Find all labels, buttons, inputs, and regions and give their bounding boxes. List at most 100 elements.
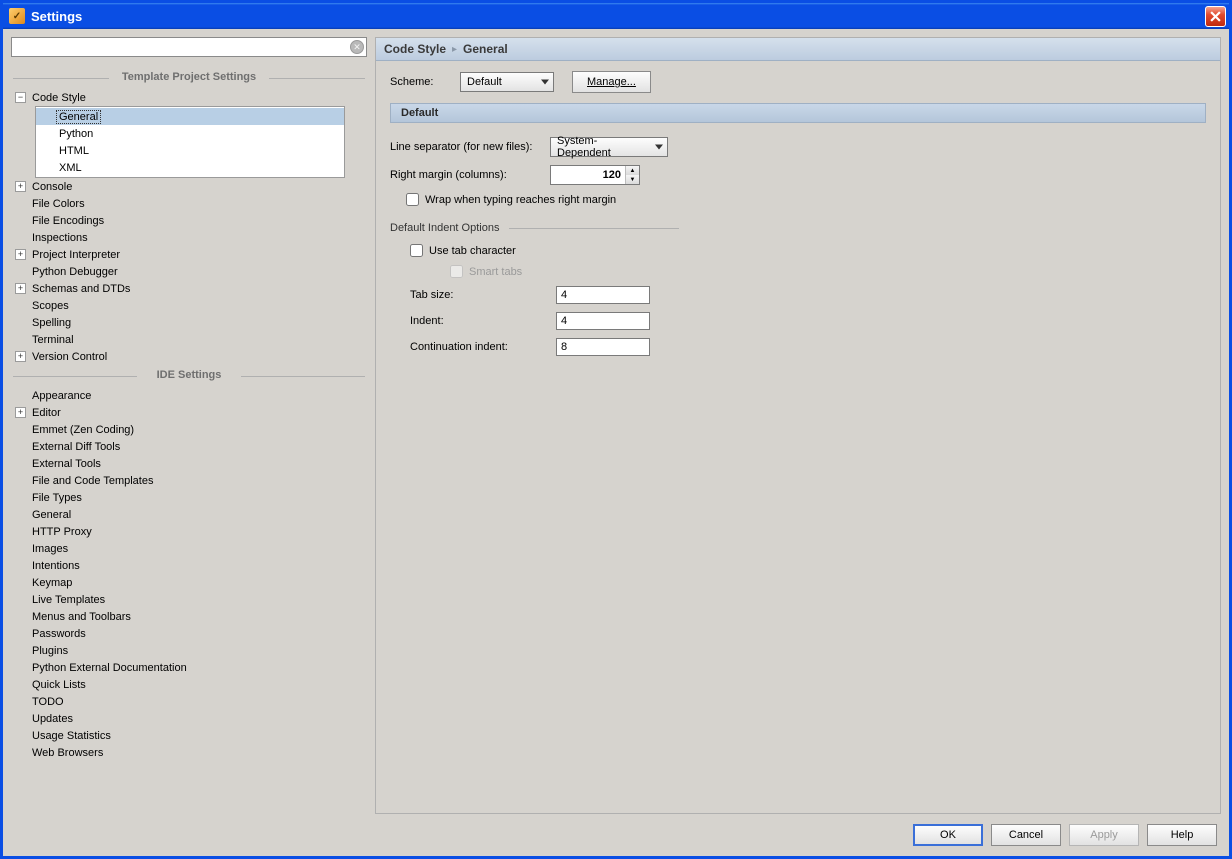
expander-placeholder	[42, 162, 53, 173]
tree-item[interactable]: +Project Interpreter	[13, 246, 365, 263]
line-separator-combo[interactable]: System-Dependent	[550, 137, 668, 157]
tree-item[interactable]: Inspections	[13, 229, 365, 246]
tree-item[interactable]: TODO	[13, 693, 365, 710]
expand-icon[interactable]: +	[15, 407, 26, 418]
indent-input[interactable]	[556, 312, 650, 330]
tree-item[interactable]: File Colors	[13, 195, 365, 212]
tree-item[interactable]: File Types	[13, 489, 365, 506]
tree-item[interactable]: Menus and Toolbars	[13, 608, 365, 625]
tree-item-label: Console	[29, 180, 75, 194]
client-area: ✕ Template Project Settings−Code StyleGe…	[3, 29, 1229, 856]
tree-item-label: Spelling	[29, 316, 74, 330]
search-input[interactable]	[11, 37, 367, 57]
search-clear-button[interactable]: ✕	[350, 40, 364, 54]
collapse-icon[interactable]: −	[15, 92, 26, 103]
expander-placeholder	[15, 232, 26, 243]
tree-item[interactable]: Spelling	[13, 314, 365, 331]
cont-indent-input[interactable]	[556, 338, 650, 356]
cont-indent-row: Continuation indent:	[410, 338, 1206, 356]
tree-item-label: Python	[56, 127, 96, 141]
tree-item[interactable]: Python Debugger	[13, 263, 365, 280]
tree-item[interactable]: +Editor	[13, 404, 365, 421]
spinner-down[interactable]: ▼	[626, 175, 639, 184]
use-tab-row: Use tab character	[410, 244, 1206, 257]
tree-item[interactable]: External Tools	[13, 455, 365, 472]
smart-tabs-checkbox	[450, 265, 463, 278]
indent-row: Indent:	[410, 312, 1206, 330]
tree-item-label: Code Style	[29, 91, 89, 105]
expand-icon[interactable]: +	[15, 283, 26, 294]
tree-item[interactable]: Keymap	[13, 574, 365, 591]
settings-window: ✓ Settings ✕ Template Project Settings−C…	[0, 0, 1232, 859]
form-grid: Line separator (for new files): System-D…	[390, 137, 1206, 356]
code-style-children: General PythonHTMLXML	[35, 106, 345, 178]
indent-options-title: Default Indent Options	[390, 222, 499, 234]
tree-item-label: Usage Statistics	[29, 729, 114, 743]
smart-tabs-checkbox-label: Smart tabs	[450, 265, 522, 278]
expand-icon[interactable]: +	[15, 249, 26, 260]
dialog-button-row: OK Cancel Apply Help	[11, 814, 1221, 848]
tree-item[interactable]: Live Templates	[13, 591, 365, 608]
tab-size-input[interactable]	[556, 286, 650, 304]
tree-item[interactable]: General	[36, 108, 344, 125]
tree-item[interactable]: File and Code Templates	[13, 472, 365, 489]
tree-item[interactable]: General	[13, 506, 365, 523]
tree-item[interactable]: Appearance	[13, 387, 365, 404]
tree-item[interactable]: Web Browsers	[13, 744, 365, 761]
expander-placeholder	[15, 696, 26, 707]
settings-tree[interactable]: Template Project Settings−Code StyleGene…	[11, 63, 367, 814]
expander-placeholder	[15, 509, 26, 520]
expander-placeholder	[15, 458, 26, 469]
tree-item[interactable]: HTML	[36, 142, 344, 159]
tree-item[interactable]: Updates	[13, 710, 365, 727]
smart-tabs-text: Smart tabs	[469, 266, 522, 278]
tree-item[interactable]: +Schemas and DTDs	[13, 280, 365, 297]
spinner-up[interactable]: ▲	[626, 166, 639, 175]
wrap-checkbox-label[interactable]: Wrap when typing reaches right margin	[406, 193, 616, 206]
tree-item-label: File Encodings	[29, 214, 107, 228]
wrap-text: Wrap when typing reaches right margin	[425, 194, 616, 206]
tree-item[interactable]: XML	[36, 159, 344, 176]
use-tab-checkbox[interactable]	[410, 244, 423, 257]
use-tab-checkbox-label[interactable]: Use tab character	[410, 244, 516, 257]
tree-item[interactable]: +Version Control	[13, 348, 365, 365]
tree-item[interactable]: Terminal	[13, 331, 365, 348]
tree-item[interactable]: −Code Style	[13, 89, 365, 106]
tree-item[interactable]: HTTP Proxy	[13, 523, 365, 540]
breadcrumb-root[interactable]: Code Style	[384, 42, 446, 56]
expander-placeholder	[15, 730, 26, 741]
tree-item[interactable]: +Console	[13, 178, 365, 195]
titlebar: ✓ Settings	[3, 3, 1229, 29]
tree-item[interactable]: Python	[36, 125, 344, 142]
tree-item-label: File and Code Templates	[29, 474, 156, 488]
tree-item[interactable]: Plugins	[13, 642, 365, 659]
tree-item[interactable]: Scopes	[13, 297, 365, 314]
tree-item[interactable]: Passwords	[13, 625, 365, 642]
tree-item[interactable]: Quick Lists	[13, 676, 365, 693]
tree-item[interactable]: File Encodings	[13, 212, 365, 229]
expand-icon[interactable]: +	[15, 181, 26, 192]
right-margin-input[interactable]	[551, 166, 625, 184]
tree-item-label: File Types	[29, 491, 85, 505]
cancel-button[interactable]: Cancel	[991, 824, 1061, 846]
tree-item[interactable]: Emmet (Zen Coding)	[13, 421, 365, 438]
expander-placeholder	[15, 645, 26, 656]
help-button[interactable]: Help	[1147, 824, 1217, 846]
manage-button[interactable]: Manage...	[572, 71, 651, 93]
tree-item-label: Images	[29, 542, 71, 556]
close-button[interactable]	[1205, 6, 1226, 27]
tree-item[interactable]: Usage Statistics	[13, 727, 365, 744]
expander-placeholder	[15, 679, 26, 690]
ok-button[interactable]: OK	[913, 824, 983, 846]
tree-item[interactable]: Intentions	[13, 557, 365, 574]
tree-item-label: Python Debugger	[29, 265, 121, 279]
tree-item[interactable]: External Diff Tools	[13, 438, 365, 455]
tree-item[interactable]: Images	[13, 540, 365, 557]
tree-item[interactable]: Python External Documentation	[13, 659, 365, 676]
scheme-combo[interactable]: Default	[460, 72, 554, 92]
search-wrap: ✕	[11, 37, 367, 57]
expand-icon[interactable]: +	[15, 351, 26, 362]
tab-size-row: Tab size:	[410, 286, 1206, 304]
wrap-checkbox[interactable]	[406, 193, 419, 206]
right-margin-spinner[interactable]: ▲ ▼	[550, 165, 640, 185]
